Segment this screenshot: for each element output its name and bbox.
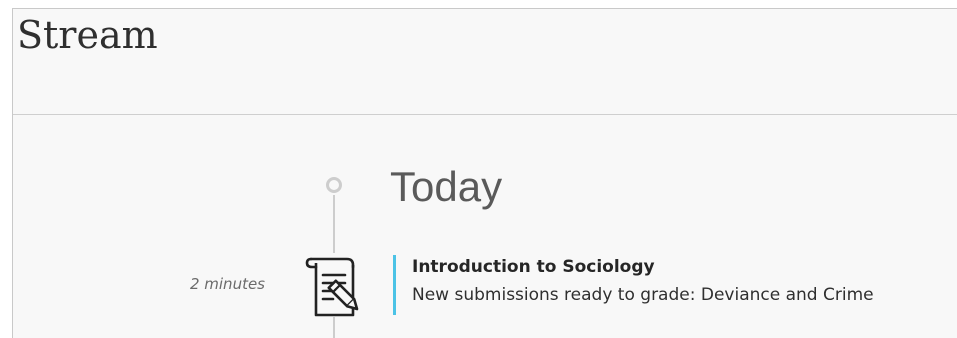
header-divider [13, 114, 957, 115]
stream-page: Stream Today 2 minutes Introduction to S… [12, 8, 957, 338]
stream-item-time: 2 minutes [189, 275, 265, 293]
assignment-icon [303, 253, 365, 317]
timeline-dot [326, 177, 342, 193]
stream-item-message[interactable]: New submissions ready to grade: Deviance… [412, 285, 874, 305]
stream-item-course-link[interactable]: Introduction to Sociology [412, 257, 655, 277]
section-heading-today: Today [390, 163, 503, 210]
page-title: Stream [17, 13, 158, 57]
stream-item-accent-bar [393, 255, 396, 315]
